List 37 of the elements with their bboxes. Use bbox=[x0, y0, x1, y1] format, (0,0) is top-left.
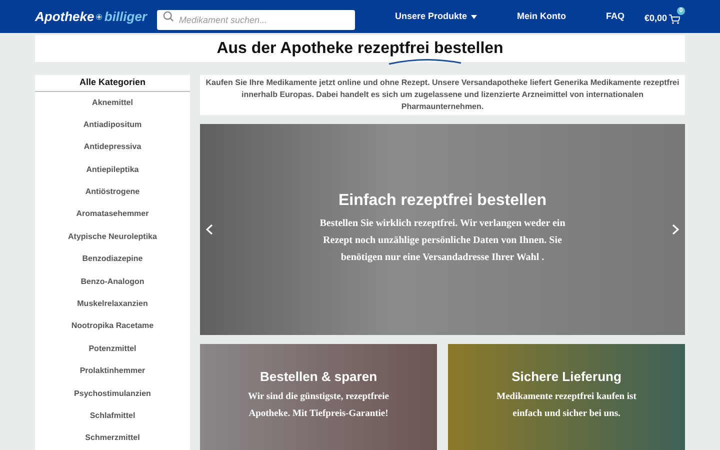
category-link[interactable]: Nootropika Racetame bbox=[35, 315, 190, 338]
category-link[interactable]: Schmerzmittel bbox=[35, 427, 190, 450]
search-field[interactable]: Medikament suchen... bbox=[157, 10, 355, 30]
card-text: Medikamente rezeptfrei kaufen ist einfach und sicher bei uns. bbox=[496, 391, 638, 421]
category-link[interactable]: Schlafmittel bbox=[35, 404, 190, 428]
card-text: Wir sind die günstigste, rezeptfreie Apotheke. Mit Tiefpreis-Garantie! bbox=[247, 391, 390, 421]
category-link[interactable]: Benzodiazepine bbox=[35, 248, 190, 271]
card-title: Bestellen & sparen bbox=[260, 370, 378, 383]
chevron-right-icon[interactable] bbox=[672, 224, 679, 235]
chevron-left-icon[interactable] bbox=[206, 224, 213, 235]
nav-link[interactable]: Mein Konto bbox=[516, 10, 566, 24]
cart-icon bbox=[669, 14, 680, 24]
logo-text: Apotheke bbox=[35, 10, 94, 23]
logo-text: billiger bbox=[104, 10, 147, 23]
category-link[interactable]: Potenzmittel bbox=[35, 338, 190, 360]
category-link[interactable]: Prolaktinhemmer bbox=[35, 360, 190, 383]
site-logo[interactable]: Apotheke billiger bbox=[35, 8, 147, 24]
category-link[interactable]: Atypische Neuroleptika bbox=[35, 226, 190, 248]
card-title: Sichere Lieferung bbox=[512, 370, 622, 383]
hero-title: Einfach rezeptfrei bestellen bbox=[338, 193, 547, 209]
nav-link[interactable]: Unsere Produkte bbox=[394, 10, 478, 24]
nav-link[interactable]: FAQ bbox=[606, 10, 624, 24]
category-link[interactable]: Aromatasehemmer bbox=[35, 203, 190, 226]
category-link[interactable]: Psychostimulanzien bbox=[35, 382, 190, 405]
intro-text: Kaufen Sie Ihre Medikamente jetzt online und ohne Rezept. Unsere Versandapotheke liefert Generika Medikamente rezeptfrei innerhalb Europas. Dabei handelt es sich um zugelassene und lizenzierte Arzneimittel von internationalen Pharmaunternehmen. bbox=[200, 75, 685, 115]
hero-text: Bestellen Sie wirklich rezeptfrei. Wir verlangen weder ein Rezept noch unzählige persönliche Daten von Ihnen. Sie benötigen nur eine Versandadresse Ihrer Wahl . bbox=[318, 217, 566, 265]
sidebar-title: Alle Kategorien bbox=[35, 75, 190, 92]
category-link[interactable]: Aknemittel bbox=[35, 92, 190, 114]
search-icon bbox=[163, 11, 174, 22]
category-link[interactable]: Muskelrelaxanzien bbox=[35, 293, 190, 316]
category-link[interactable]: Antiadipositum bbox=[35, 114, 190, 136]
category-link[interactable]: Antiepileptika bbox=[35, 158, 190, 182]
page-heading: Aus der Apotheke rezeptfrei bestellen bbox=[216, 40, 504, 56]
category-link[interactable]: Antiöstrogene bbox=[35, 181, 190, 204]
underline-swoosh-icon bbox=[388, 58, 462, 66]
category-link[interactable]: Benzo-Analogon bbox=[35, 270, 190, 294]
category-link[interactable]: Antidepressiva bbox=[35, 136, 190, 159]
